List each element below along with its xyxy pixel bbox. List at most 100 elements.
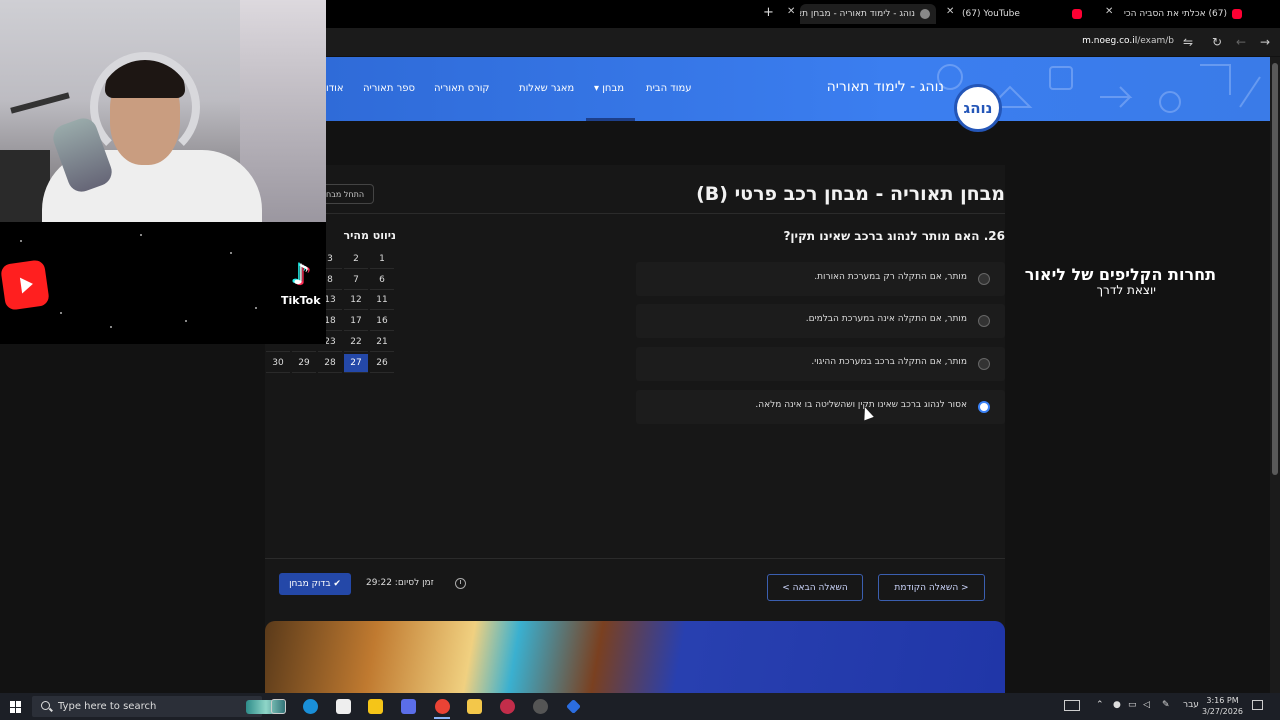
answer-option-4[interactable]: אסור לנהוג ברכב שאינו תקין ושהשליטה בו א… bbox=[636, 390, 1005, 424]
answer-text: מותר, אם התקלה רק במערכת האורות. bbox=[814, 272, 967, 282]
star bbox=[110, 326, 112, 328]
tab-noeg-exam[interactable]: נוהג - לימוד תאוריה - מבחן תאו bbox=[800, 4, 936, 24]
brand-title[interactable]: נוהג - לימוד תאוריה bbox=[804, 79, 944, 95]
radio-button[interactable] bbox=[978, 273, 990, 285]
quick-nav-question[interactable]: 29 bbox=[292, 354, 316, 373]
quick-nav-question[interactable]: 2 bbox=[344, 250, 368, 269]
microphone-tray-icon[interactable]: ● bbox=[1113, 700, 1121, 710]
mic-arm bbox=[10, 92, 70, 114]
previous-question-button[interactable]: < השאלה הקודמת bbox=[878, 574, 985, 601]
language-indicator[interactable]: עבר bbox=[1183, 700, 1199, 710]
scrollbar-thumb[interactable] bbox=[1272, 63, 1278, 475]
volume-icon[interactable]: ◁ bbox=[1143, 700, 1150, 710]
quick-nav-question[interactable]: 28 bbox=[318, 354, 342, 373]
quick-nav-question[interactable]: 30 bbox=[266, 354, 290, 373]
nav-theory-course[interactable]: קורס תאוריה bbox=[434, 83, 490, 94]
check-exam-label: בדוק מבחן bbox=[289, 579, 331, 589]
close-tab-icon[interactable]: ✕ bbox=[1105, 6, 1113, 17]
taskbar-search[interactable]: Type here to search bbox=[32, 696, 286, 717]
radio-button-selected[interactable] bbox=[978, 401, 990, 413]
quick-nav-question[interactable]: 21 bbox=[370, 333, 394, 352]
answer-text: מותר, אם התקלה ברכב במערכת ההיגוי. bbox=[811, 357, 967, 367]
screen: (67) אכלתי את הסביה הכי ישן ב ✕ (67) You… bbox=[0, 0, 1280, 720]
answer-option-2[interactable]: מותר, אם התקלה אינה במערכת הבלמים. bbox=[636, 304, 1005, 338]
quick-nav-question[interactable]: 17 bbox=[344, 312, 368, 332]
promo-banner-image[interactable] bbox=[265, 621, 1005, 693]
system-clock[interactable]: 3:16 PM 3/27/2026 bbox=[1202, 695, 1243, 717]
network-icon[interactable]: ▭ bbox=[1128, 700, 1137, 710]
nav-theory-book[interactable]: ספר תאוריה bbox=[363, 83, 415, 94]
divider bbox=[326, 213, 1005, 214]
quick-nav-question[interactable]: 7 bbox=[344, 271, 368, 290]
nav-home[interactable]: עמוד הבית bbox=[646, 83, 692, 94]
noeg-logo[interactable]: נוהג bbox=[954, 84, 1002, 132]
webcam-feed bbox=[0, 0, 326, 222]
forward-icon[interactable]: ← bbox=[1236, 35, 1246, 49]
url-domain: m.noeg.co.il bbox=[1082, 36, 1138, 46]
app-icon[interactable] bbox=[368, 699, 383, 714]
clock-date: 3/27/2026 bbox=[1202, 707, 1244, 716]
quick-nav-question[interactable]: 22 bbox=[344, 333, 368, 352]
tab-youtube-video[interactable]: (67) אכלתי את הסביה הכי ישן ב bbox=[1124, 4, 1242, 24]
promo-subtitle: יוצאת לדרך bbox=[1096, 283, 1156, 297]
start-exam-button[interactable]: התחל מבח bbox=[326, 184, 374, 204]
quick-nav-question[interactable]: 11 bbox=[370, 291, 394, 311]
tab-title: (67) אכלתי את הסביה הכי ישן ב bbox=[1124, 9, 1227, 19]
site-header: נוהג - לימוד תאוריה עמוד הבית ▾ מבחן מאג… bbox=[326, 57, 1270, 121]
chrome-icon[interactable] bbox=[435, 699, 450, 714]
tiktok-label: TikTok bbox=[281, 294, 321, 307]
quick-nav-title: ניווט מהיר bbox=[343, 229, 396, 242]
quick-nav-question[interactable]: 26 bbox=[370, 354, 394, 373]
divider bbox=[265, 558, 1005, 559]
quick-nav-question[interactable]: 1 bbox=[370, 250, 394, 269]
pen-icon[interactable]: ✎ bbox=[1162, 700, 1170, 710]
back-icon[interactable]: → bbox=[1260, 35, 1270, 49]
nav-active-indicator bbox=[586, 118, 635, 121]
answer-option-3[interactable]: מותר, אם התקלה ברכב במערכת ההיגוי. bbox=[636, 347, 1005, 381]
exam-panel bbox=[265, 165, 1005, 695]
close-tab-icon[interactable]: ✕ bbox=[946, 6, 954, 17]
nav-exam[interactable]: ▾ מבחן bbox=[594, 83, 624, 94]
url-text[interactable]: m.noeg.co.il/exam/b bbox=[1082, 36, 1174, 46]
app-icon[interactable] bbox=[533, 699, 548, 714]
quick-nav-question[interactable]: 16 bbox=[370, 312, 394, 332]
chevron-up-icon[interactable]: ⌃ bbox=[1096, 700, 1104, 710]
close-tab-icon[interactable]: ✕ bbox=[787, 6, 795, 17]
radio-button[interactable] bbox=[978, 315, 990, 327]
radio-button[interactable] bbox=[978, 358, 990, 370]
star bbox=[230, 252, 232, 254]
quick-nav-question[interactable]: 6 bbox=[370, 271, 394, 290]
new-tab-icon[interactable]: + bbox=[763, 5, 774, 20]
app-icon[interactable] bbox=[500, 699, 515, 714]
page-scrollbar[interactable] bbox=[1270, 57, 1280, 693]
copilot-icon[interactable] bbox=[401, 699, 416, 714]
reload-icon[interactable]: ↻ bbox=[1212, 35, 1222, 49]
search-placeholder: Type here to search bbox=[58, 701, 157, 712]
answer-option-1[interactable]: מותר, אם התקלה רק במערכת האורות. bbox=[636, 262, 1005, 296]
app-icon[interactable] bbox=[566, 699, 581, 714]
check-exam-button[interactable]: ✔ בדוק מבחן bbox=[279, 573, 351, 595]
tab-title: (67) YouTube bbox=[962, 9, 1020, 19]
keyboard-icon[interactable] bbox=[1064, 700, 1080, 711]
promo-title: תחרות הקליפים של ליאור bbox=[1024, 265, 1216, 284]
taskbar: Type here to search ⌃ ● ▭ ◁ ✎ עבר 3:16 P… bbox=[0, 693, 1280, 720]
task-view-icon[interactable] bbox=[271, 699, 286, 714]
notifications-icon[interactable] bbox=[1252, 700, 1263, 710]
nav-question-bank[interactable]: מאגר שאלות bbox=[519, 83, 574, 94]
edge-icon[interactable] bbox=[303, 699, 318, 714]
chevron-down-icon: ▾ bbox=[594, 83, 603, 94]
file-explorer-icon[interactable] bbox=[467, 699, 482, 714]
star bbox=[20, 240, 22, 242]
quick-nav-question[interactable]: 12 bbox=[344, 291, 368, 311]
store-icon[interactable] bbox=[336, 699, 351, 714]
nav-about[interactable]: אודו bbox=[326, 83, 344, 94]
tab-title: נוהג - לימוד תאוריה - מבחן תאו bbox=[800, 9, 915, 19]
active-app-indicator bbox=[434, 717, 450, 719]
quick-nav-question[interactable]: 27 bbox=[344, 353, 368, 373]
tab-youtube[interactable]: (67) YouTube bbox=[960, 4, 1090, 24]
youtube-logo-icon bbox=[0, 259, 50, 311]
star bbox=[140, 234, 142, 236]
next-question-button[interactable]: השאלה הבאה > bbox=[767, 574, 863, 601]
windows-start-icon[interactable] bbox=[10, 701, 22, 713]
site-settings-icon[interactable]: ⇋ bbox=[1183, 35, 1193, 49]
